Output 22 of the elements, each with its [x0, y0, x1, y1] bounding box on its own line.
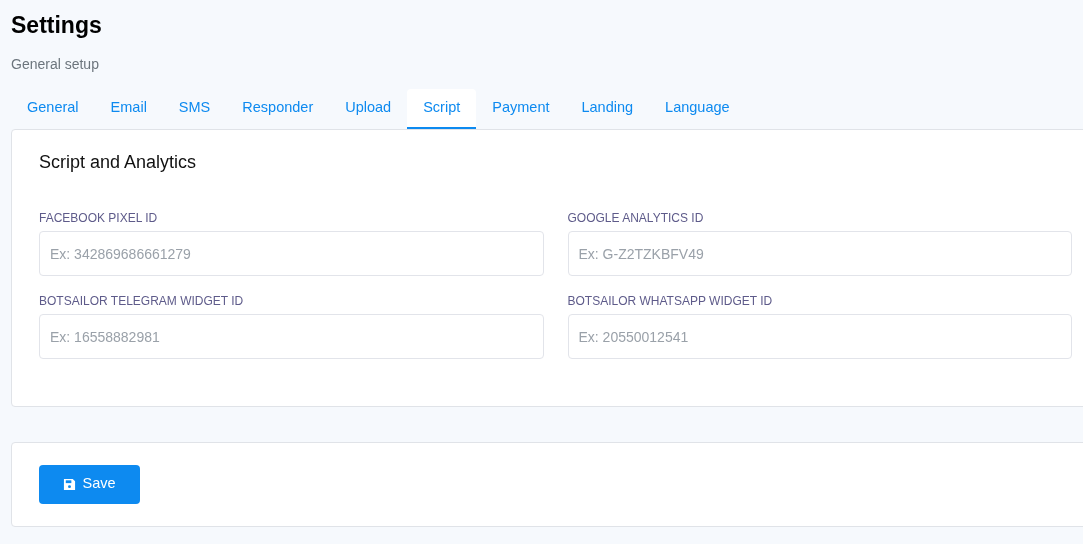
page-subtitle: General setup	[11, 55, 100, 74]
field-label: FACEBOOK PIXEL ID	[39, 210, 158, 228]
save-icon	[63, 477, 77, 491]
tab[interactable]: Landing	[565, 89, 650, 129]
tab[interactable]: Email	[94, 89, 163, 129]
input-field[interactable]: Ex: G-Z2TZKBFV49	[567, 231, 1072, 277]
page-title: Settings	[11, 11, 103, 40]
field-label: BOTSAILOR WHATSAPP WIDGET ID	[567, 293, 773, 311]
field-label: BOTSAILOR TELEGRAM WIDGET ID	[39, 293, 244, 311]
tab[interactable]: Payment	[476, 89, 566, 129]
tab[interactable]: General	[11, 89, 95, 129]
section-title: Script and Analytics	[39, 151, 198, 174]
tab[interactable]: Script	[407, 89, 477, 129]
tab[interactable]: Language	[649, 89, 746, 129]
input-field[interactable]: Ex: 16558882981	[39, 314, 544, 360]
tab[interactable]: Upload	[329, 89, 408, 129]
input-field[interactable]: Ex: 20550012541	[567, 314, 1072, 360]
tab[interactable]: SMS	[162, 89, 227, 129]
field-label: GOOGLE ANALYTICS ID	[567, 210, 704, 228]
input-field[interactable]: Ex: 342869686661279	[39, 231, 544, 277]
save-button[interactable]: Save	[39, 464, 140, 504]
tab[interactable]: Responder	[226, 89, 330, 129]
